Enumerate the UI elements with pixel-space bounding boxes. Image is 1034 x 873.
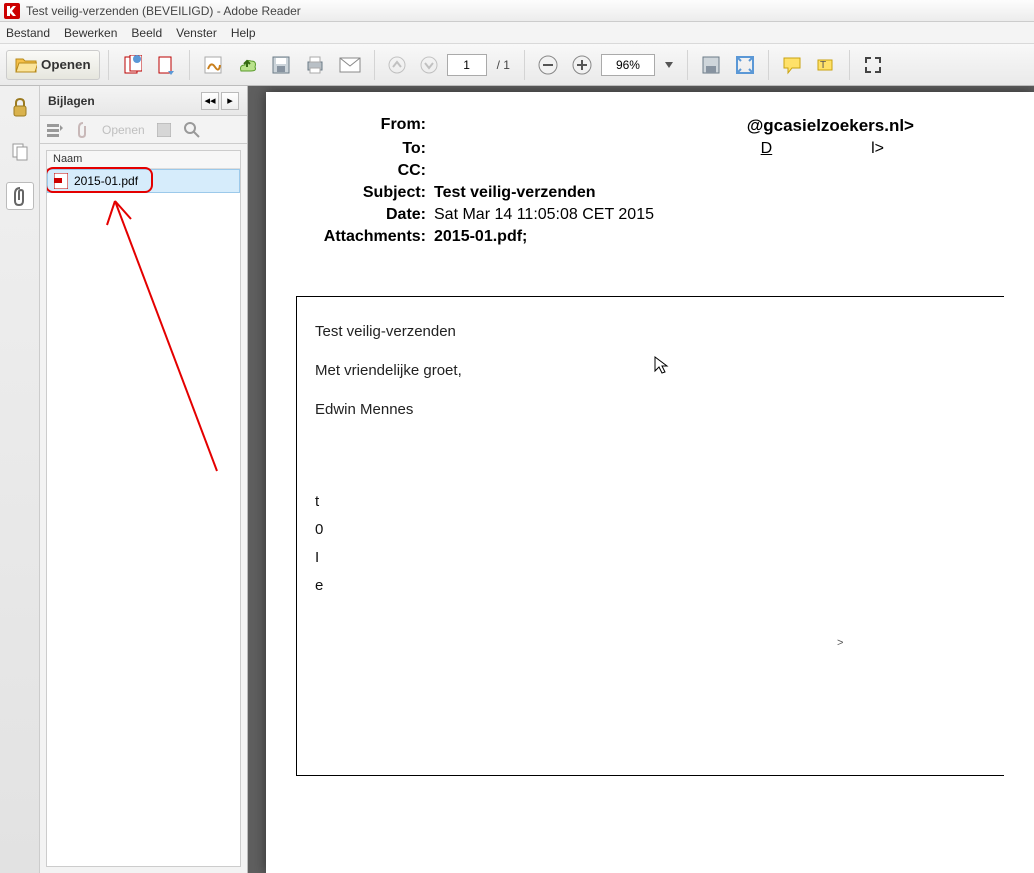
- document-area: From: @gcasielzoekers.nl> To: D l> CC:: [248, 86, 1034, 873]
- body-partial: I: [315, 544, 986, 572]
- toolbar-separator: [108, 50, 109, 80]
- to-label: To:: [296, 140, 426, 158]
- comment-button[interactable]: [777, 50, 807, 80]
- search-attachment-icon[interactable]: [183, 121, 201, 139]
- options-icon[interactable]: [46, 121, 64, 139]
- open-button-label: Openen: [41, 57, 91, 72]
- toolbar-separator: [849, 50, 850, 80]
- panel-prev-button[interactable]: ◂◂: [201, 92, 219, 110]
- subject-value: Test veilig-verzenden: [434, 184, 1004, 202]
- page-down-button[interactable]: [415, 50, 443, 80]
- body-line: Test veilig-verzenden: [315, 323, 986, 340]
- attachments-toolbar: Openen: [40, 116, 247, 144]
- attachments-header: Bijlagen ◂◂ ▸: [40, 86, 247, 116]
- save-attachment-icon[interactable]: [155, 121, 173, 139]
- annotation-circle: [46, 167, 153, 193]
- page-up-button[interactable]: [383, 50, 411, 80]
- export-pdf-button[interactable]: [151, 50, 181, 80]
- attachments-label: Attachments:: [296, 228, 426, 246]
- fullscreen-button[interactable]: [858, 50, 888, 80]
- cursor-icon: [653, 355, 669, 375]
- panel-next-button[interactable]: ▸: [221, 92, 239, 110]
- zoom-dropdown-button[interactable]: [659, 50, 679, 80]
- body-partial: e: [315, 572, 986, 600]
- toolbar-separator: [524, 50, 525, 80]
- attachments-title: Bijlagen: [48, 94, 95, 108]
- menu-file[interactable]: Bestand: [6, 26, 50, 40]
- email-headers: From: @gcasielzoekers.nl> To: D l> CC:: [296, 116, 1004, 246]
- attachments-value: 2015-01.pdf;: [434, 228, 1004, 246]
- menu-help[interactable]: Help: [231, 26, 256, 40]
- navigation-tabs: [0, 86, 40, 873]
- menu-view[interactable]: Beeld: [131, 26, 162, 40]
- body-line: Edwin Mennes: [315, 401, 986, 418]
- body-line: Met vriendelijke groet,: [315, 362, 986, 379]
- titlebar: Test veilig-verzenden (BEVEILIGD) - Adob…: [0, 0, 1034, 22]
- cc-label: CC:: [296, 162, 426, 180]
- print-button[interactable]: [300, 50, 330, 80]
- create-pdf-button[interactable]: [117, 50, 147, 80]
- toolbar-separator: [189, 50, 190, 80]
- upload-button[interactable]: [232, 50, 262, 80]
- fit-page-button[interactable]: [730, 50, 760, 80]
- toolbar-separator: [687, 50, 688, 80]
- caret-mark: >: [837, 637, 843, 649]
- save-copy-button[interactable]: [696, 50, 726, 80]
- security-panel-button[interactable]: [6, 94, 34, 122]
- body-partial: 0: [315, 516, 986, 544]
- menu-window[interactable]: Venster: [176, 26, 217, 40]
- email-body: Test veilig-verzenden Met vriendelijke g…: [296, 296, 1004, 776]
- from-label: From:: [296, 116, 426, 136]
- date-label: Date:: [296, 206, 426, 224]
- menubar: Bestand Bewerken Beeld Venster Help: [0, 22, 1034, 44]
- highlight-button[interactable]: T: [811, 50, 841, 80]
- main-area: Bijlagen ◂◂ ▸ Openen Naam: [0, 86, 1034, 873]
- attachments-open-label[interactable]: Openen: [102, 123, 145, 137]
- window-title: Test veilig-verzenden (BEVEILIGD) - Adob…: [26, 4, 301, 18]
- toolbar-separator: [374, 50, 375, 80]
- svg-text:T: T: [820, 60, 826, 71]
- attachments-panel: Bijlagen ◂◂ ▸ Openen Naam: [40, 86, 248, 873]
- menu-edit[interactable]: Bewerken: [64, 26, 117, 40]
- date-value: Sat Mar 14 11:05:08 CET 2015: [434, 206, 1004, 224]
- sign-button[interactable]: [198, 50, 228, 80]
- attachments-list: Naam 2015-01.pdf: [46, 150, 241, 867]
- adobe-reader-icon: [4, 3, 20, 19]
- toolbar: Openen / 1 96%: [0, 44, 1034, 86]
- folder-icon: [15, 56, 37, 74]
- page-number-input[interactable]: [447, 54, 487, 76]
- attachments-panel-button[interactable]: [6, 182, 34, 210]
- email-button[interactable]: [334, 50, 366, 80]
- from-value: @gcasielzoekers.nl>: [434, 116, 1004, 136]
- zoom-out-button[interactable]: [533, 50, 563, 80]
- open-attachment-icon[interactable]: [74, 121, 92, 139]
- body-partial: t: [315, 488, 986, 516]
- pages-panel-button[interactable]: [6, 138, 34, 166]
- zoom-level[interactable]: 96%: [601, 54, 655, 76]
- zoom-in-button[interactable]: [567, 50, 597, 80]
- pdf-page: From: @gcasielzoekers.nl> To: D l> CC:: [266, 92, 1034, 873]
- subject-label: Subject:: [296, 184, 426, 202]
- toolbar-separator: [768, 50, 769, 80]
- save-button[interactable]: [266, 50, 296, 80]
- cc-value: [434, 162, 1004, 180]
- annotation-arrow: [97, 191, 237, 481]
- to-value: D l>: [434, 140, 1004, 158]
- open-button[interactable]: Openen: [6, 50, 100, 80]
- page-total: / 1: [497, 58, 510, 72]
